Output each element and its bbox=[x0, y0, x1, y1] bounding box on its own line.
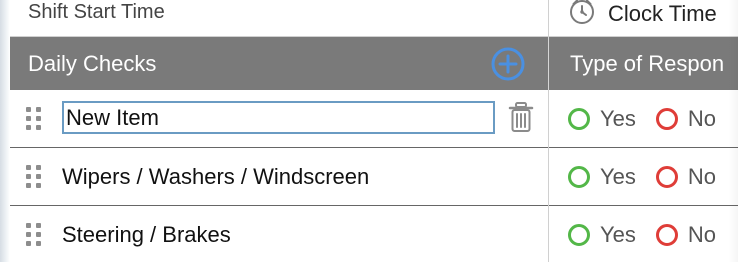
yes-label: Yes bbox=[600, 222, 636, 247]
drag-handle-icon[interactable] bbox=[26, 107, 44, 131]
no-option[interactable]: No bbox=[655, 222, 717, 247]
no-label: No bbox=[687, 222, 717, 247]
top-row-divider bbox=[548, 0, 549, 37]
table-row: Steering / Brakes Yes No bbox=[10, 206, 738, 262]
top-info-row: Shift Start Time Clock Time bbox=[10, 0, 738, 37]
item-name-input[interactable] bbox=[62, 101, 495, 134]
daily-checks-header: Daily Checks bbox=[28, 50, 157, 76]
left-shadow bbox=[0, 0, 10, 262]
trash-icon bbox=[508, 102, 534, 132]
drag-handle-icon[interactable] bbox=[26, 223, 44, 247]
response-group: Yes No bbox=[568, 90, 736, 148]
radio-no-icon bbox=[655, 166, 678, 188]
table-row: Yes No bbox=[10, 90, 738, 148]
table-row: Wipers / Washers / Windscreen Yes No bbox=[10, 148, 738, 206]
radio-yes-icon bbox=[568, 108, 590, 130]
shift-start-time-label: Shift Start Time bbox=[28, 1, 165, 23]
item-name: Steering / Brakes bbox=[62, 222, 231, 247]
radio-yes-icon bbox=[568, 166, 590, 188]
clock-time-label: Clock Time bbox=[608, 1, 717, 26]
radio-yes-icon bbox=[568, 224, 590, 246]
no-option[interactable]: No bbox=[655, 106, 717, 131]
header-divider bbox=[548, 37, 549, 90]
yes-option[interactable]: Yes bbox=[568, 108, 636, 130]
yes-label: Yes bbox=[600, 164, 636, 189]
yes-option[interactable]: Yes bbox=[568, 224, 636, 246]
no-label: No bbox=[687, 106, 717, 131]
response-group: Yes No bbox=[568, 206, 736, 262]
radio-no-icon bbox=[655, 224, 678, 246]
drag-handle-icon[interactable] bbox=[26, 165, 44, 189]
no-label: No bbox=[687, 164, 717, 189]
yes-option[interactable]: Yes bbox=[568, 166, 636, 188]
table-header: Daily Checks Type of Respon bbox=[10, 37, 738, 90]
item-name: Wipers / Washers / Windscreen bbox=[62, 164, 370, 189]
daily-checks-panel: Shift Start Time Clock Time Daily Checks bbox=[0, 0, 738, 262]
radio-no-icon bbox=[655, 108, 678, 130]
yes-label: Yes bbox=[600, 106, 636, 131]
row-divider bbox=[548, 148, 549, 206]
plus-icon bbox=[491, 47, 525, 81]
type-of-response-header: Type of Respon bbox=[570, 50, 725, 76]
add-item-button[interactable] bbox=[490, 46, 526, 82]
row-divider bbox=[548, 206, 549, 262]
no-option[interactable]: No bbox=[655, 164, 717, 189]
response-group: Yes No bbox=[568, 148, 736, 206]
row-divider bbox=[548, 90, 549, 148]
delete-item-button[interactable] bbox=[506, 101, 536, 135]
clock-icon bbox=[568, 0, 596, 31]
clock-time-group: Clock Time bbox=[568, 0, 717, 28]
